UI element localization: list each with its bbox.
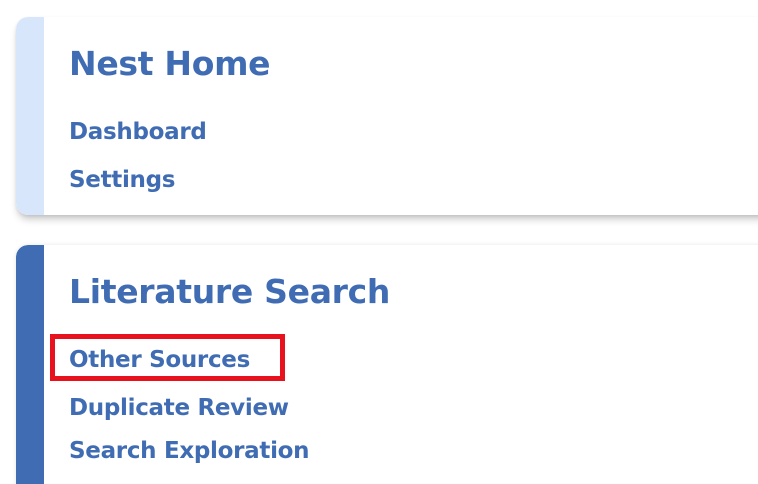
literature-search-accent-bar bbox=[16, 245, 44, 484]
dashboard-link[interactable]: Dashboard bbox=[69, 117, 207, 147]
nav-panel: Nest Home Dashboard Settings Literature … bbox=[0, 0, 758, 484]
settings-link[interactable]: Settings bbox=[69, 165, 175, 195]
highlight-box bbox=[50, 334, 285, 381]
nest-home-card: Nest Home Dashboard Settings bbox=[16, 17, 758, 215]
nest-home-title: Nest Home bbox=[69, 44, 271, 83]
nest-home-accent-bar bbox=[16, 17, 44, 215]
search-exploration-link[interactable]: Search Exploration bbox=[69, 436, 310, 466]
literature-search-title: Literature Search bbox=[69, 272, 391, 311]
duplicate-review-link[interactable]: Duplicate Review bbox=[69, 393, 289, 423]
